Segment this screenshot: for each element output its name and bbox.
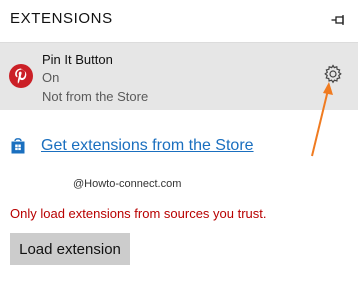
panel-header: EXTENSIONS: [0, 0, 358, 42]
extension-name: Pin It Button: [42, 52, 113, 67]
watermark-text: @Howto-connect.com: [73, 178, 182, 190]
extensions-panel: EXTENSIONS Pin It Button On Not from the…: [0, 0, 358, 284]
pinterest-logo-icon: [9, 64, 33, 88]
load-extension-button[interactable]: Load extension: [10, 233, 130, 265]
extension-item-pin-it[interactable]: Pin It Button On Not from the Store: [0, 42, 358, 110]
gear-icon[interactable]: [323, 64, 343, 84]
extension-status: On: [42, 70, 60, 85]
pin-icon[interactable]: [330, 11, 348, 29]
panel-title: EXTENSIONS: [10, 10, 113, 27]
trust-warning: Only load extensions from sources you tr…: [10, 206, 267, 221]
get-extensions-link[interactable]: Get extensions from the Store: [41, 137, 254, 155]
windows-store-icon: [11, 138, 25, 154]
extension-source: Not from the Store: [42, 89, 149, 104]
